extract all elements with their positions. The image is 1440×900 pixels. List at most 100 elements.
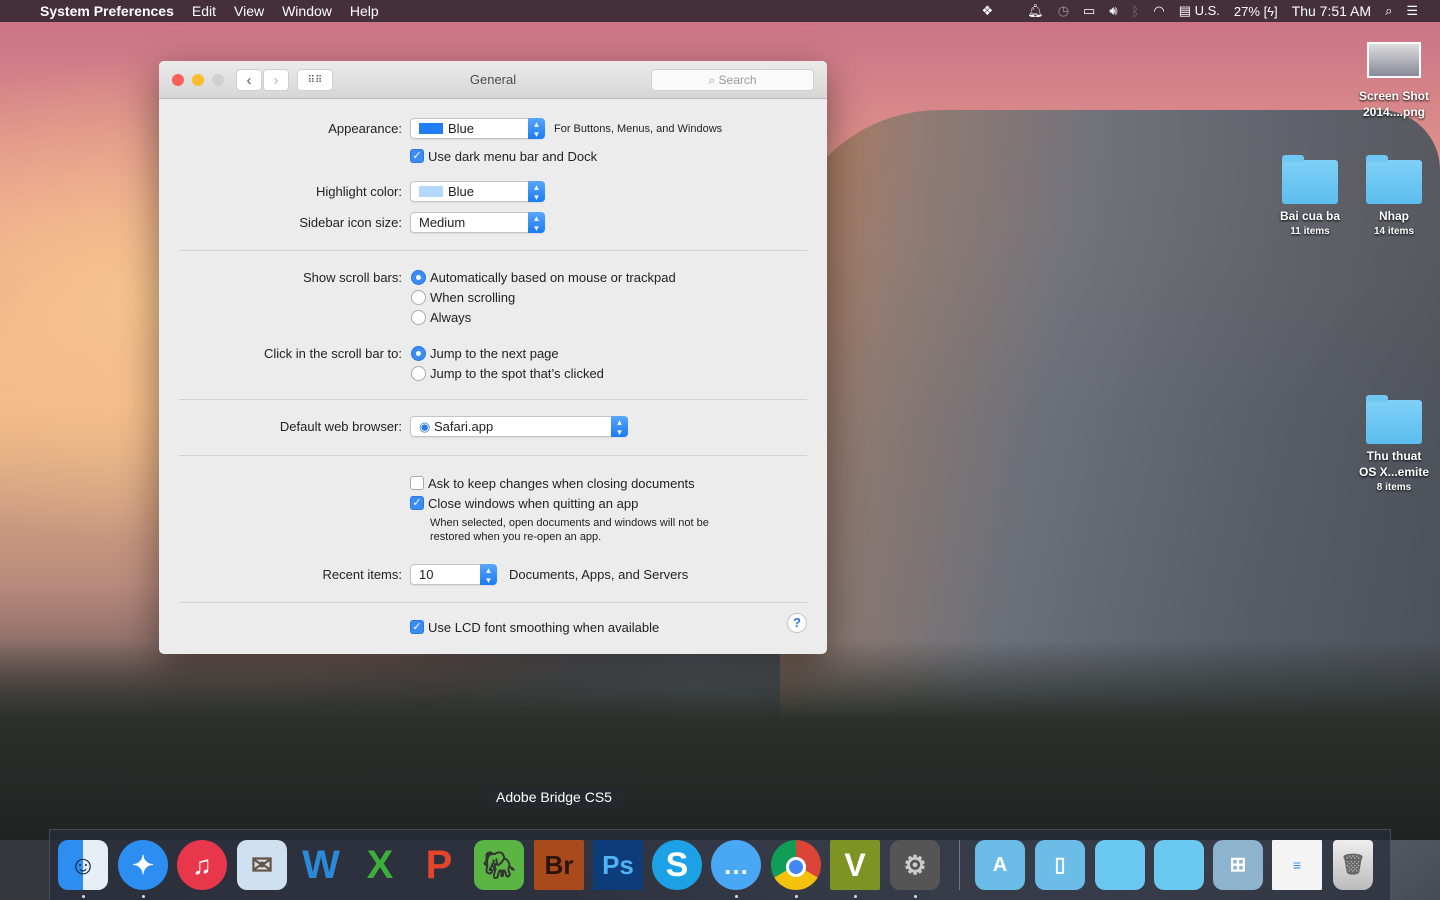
preview-icon[interactable]: ✉ [237, 840, 287, 890]
radio-jump-spot[interactable] [411, 366, 426, 381]
browser-value: Safari.app [433, 419, 494, 434]
folder-name: Bai cua ba [1279, 209, 1341, 223]
appearance-popup[interactable]: Blue ▴ ▾ [410, 118, 545, 139]
trash-icon[interactable]: 🗑︎ [1333, 840, 1373, 890]
divider [179, 602, 807, 603]
wallpaper-trees [0, 640, 1440, 840]
folder-name: Nhap [1379, 209, 1409, 223]
menu-window[interactable]: Window [282, 3, 332, 19]
desktop-folder-thu-thuat[interactable]: Thu thuat OS X...emite 8 items [1349, 395, 1439, 496]
stepper-arrows-icon: ▴ ▾ [611, 416, 628, 437]
messages-icon[interactable]: … [711, 840, 761, 890]
powerpoint-icon[interactable]: P [414, 840, 464, 890]
folder-icon [1282, 155, 1338, 204]
folder-count: 14 items [1373, 226, 1415, 237]
browser-popup[interactable]: ◉ Safari.app ▴ ▾ [410, 416, 628, 437]
desktop-folder-nhap[interactable]: Nhap 14 items [1349, 155, 1439, 240]
search-field[interactable]: ⌕ Search [651, 69, 814, 91]
safari-icon: ◉ [419, 419, 431, 434]
battery-meter-icon[interactable]: ▭ [1083, 3, 1095, 19]
ask-keep-checkbox[interactable] [410, 476, 424, 490]
chrome-icon[interactable] [771, 840, 821, 890]
photoshop-icon[interactable]: Ps [593, 840, 643, 890]
radio-jump-next-page[interactable] [411, 346, 426, 361]
file-name: Screen Shot [1358, 89, 1430, 103]
volume-icon[interactable]: 🔊︎ [1109, 3, 1117, 19]
help-button[interactable]: ? [787, 613, 807, 633]
divider [179, 455, 807, 456]
flag-icon: ▤ [1178, 3, 1191, 18]
recent-items-popup[interactable]: 10 ▴ ▾ [410, 564, 497, 585]
system-preferences-icon[interactable]: ⚙ [890, 840, 940, 890]
radio-scroll-always[interactable] [411, 310, 426, 325]
folder-icon[interactable] [1095, 840, 1145, 890]
battery-status[interactable]: 27% [ϟ] [1234, 4, 1278, 19]
itunes-icon[interactable]: ♫ [177, 840, 227, 890]
stepper-arrows-icon: ▴ ▾ [480, 564, 497, 585]
vectorworks-icon[interactable]: V [830, 840, 880, 890]
input-source[interactable]: ▤ U.S. [1179, 3, 1220, 19]
highlight-value: Blue [448, 184, 475, 199]
folder-count: 8 items [1376, 482, 1412, 493]
color-swatch [419, 186, 443, 197]
desktop-file-screenshot[interactable]: Screen Shot 2014....png [1349, 42, 1439, 120]
dock-tooltip: Adobe Bridge CS5 [484, 786, 624, 808]
dark-menu-checkbox[interactable]: ✓ [410, 149, 424, 163]
desktop-folder-bai-cua-ba[interactable]: Bai cua ba 11 items [1265, 155, 1355, 240]
running-indicator [854, 895, 857, 898]
applications-folder-icon[interactable]: A [975, 840, 1025, 890]
finder-icon[interactable]: ☺ [58, 840, 108, 890]
folder-name: Thu thuat [1366, 449, 1422, 463]
spotlight-icon[interactable]: ⌕ [1385, 3, 1392, 19]
radio-scroll-auto[interactable] [411, 270, 426, 285]
highlight-popup[interactable]: Blue ▴ ▾ [410, 181, 545, 202]
documents-folder-icon[interactable]: ▯ [1035, 840, 1085, 890]
close-windows-note-2: restored when you re-open an app. [430, 531, 602, 543]
highlight-label: Highlight color: [316, 184, 402, 199]
search-icon: ⌕ [708, 73, 716, 87]
excel-icon[interactable]: X [355, 840, 405, 890]
divider [179, 250, 807, 251]
adobe-bridge-icon[interactable]: Br [534, 840, 584, 890]
running-indicator [914, 895, 917, 898]
lcd-smoothing-checkbox[interactable]: ✓ [410, 620, 424, 634]
menu-app[interactable]: System Preferences [40, 3, 174, 19]
radio-scroll-when-scrolling[interactable] [411, 290, 426, 305]
appearance-note: For Buttons, Menus, and Windows [554, 123, 723, 135]
input-source-label: U.S. [1194, 3, 1220, 18]
scroll-bars-label: Show scroll bars: [303, 270, 402, 285]
running-indicator [142, 895, 145, 898]
folder-count: 11 items [1290, 226, 1330, 237]
notification-icon[interactable]: 🔔︎ [1027, 3, 1044, 19]
menu-view[interactable]: View [234, 3, 264, 19]
scroll-auto-label: Automatically based on mouse or trackpad [430, 270, 676, 285]
running-indicator [82, 895, 85, 898]
menu-edit[interactable]: Edit [192, 3, 216, 19]
time-machine-icon[interactable]: ◷ [1058, 3, 1069, 19]
menu-help[interactable]: Help [350, 3, 379, 19]
close-windows-checkbox[interactable]: ✓ [410, 496, 424, 510]
file-name-2: 2014....png [1362, 105, 1426, 119]
clock[interactable]: Thu 7:51 AM [1292, 3, 1371, 19]
evernote-icon[interactable]: 🐘︎ [474, 840, 524, 890]
skype-icon[interactable]: S [652, 840, 702, 890]
safari-document-icon[interactable]: ≡ [1272, 840, 1322, 890]
sidebar-size-label: Sidebar icon size: [299, 215, 402, 230]
safari-icon[interactable]: ✦ [118, 840, 168, 890]
battery-percent: 27% [1233, 3, 1260, 19]
search-placeholder: Search [718, 73, 757, 87]
sidebar-size-popup[interactable]: Medium ▴ ▾ [410, 212, 545, 233]
dropbox-icon[interactable]: ❖ [982, 3, 994, 19]
windows-folder-icon[interactable]: ⊞ [1213, 840, 1263, 890]
bluetooth-icon[interactable]: ᛒ [1132, 4, 1140, 19]
running-indicator [735, 895, 738, 898]
divider [179, 399, 807, 400]
recent-label: Recent items: [322, 567, 402, 582]
sidebar-size-value: Medium [419, 215, 466, 230]
word-icon[interactable]: W [296, 840, 346, 890]
folder-icon[interactable] [1154, 840, 1204, 890]
jump-next-label: Jump to the next page [430, 346, 559, 361]
stepper-arrows-icon: ▴ ▾ [528, 181, 545, 202]
notification-center-icon[interactable]: ☰ [1406, 3, 1418, 19]
wifi-icon[interactable]: ◠ [1153, 3, 1164, 19]
